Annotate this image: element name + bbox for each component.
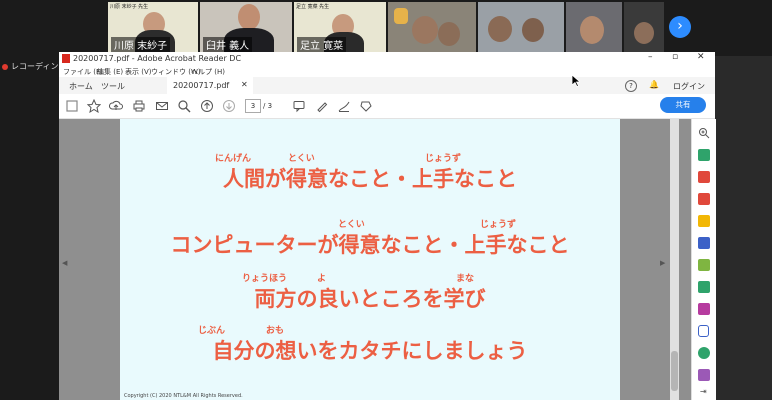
- participant-face: [634, 22, 654, 44]
- participant-face: [580, 16, 604, 44]
- participant-tile[interactable]: 足立 寛菜 先生 足立 寛菜: [294, 2, 386, 54]
- participant-tile[interactable]: [478, 2, 564, 54]
- participant-name: 川原 末紗子: [111, 37, 171, 52]
- right-panel-arrow-icon[interactable]: ▶: [660, 259, 665, 267]
- slide-line: コンピューターが得意なこと・上手なこと: [170, 233, 570, 257]
- tab-home[interactable]: ホーム: [69, 81, 93, 92]
- participant-tile[interactable]: 臼井 義人: [200, 2, 292, 54]
- left-panel-arrow-icon[interactable]: ◀: [62, 259, 67, 267]
- scan-icon[interactable]: [698, 281, 710, 293]
- menu-edit[interactable]: 編集 (E): [97, 67, 123, 77]
- participant-tile[interactable]: [566, 2, 622, 54]
- window-title: 20200717.pdf - Adobe Acrobat Reader DC: [73, 54, 242, 63]
- participant-tile[interactable]: [624, 2, 664, 54]
- tab-tools[interactable]: ツール: [101, 81, 125, 92]
- page-number-input[interactable]: 3: [245, 99, 261, 113]
- thumbs-up-icon: [394, 8, 408, 24]
- acrobat-icon: [62, 54, 70, 63]
- title-bar: 20200717.pdf - Adobe Acrobat Reader DC –…: [59, 52, 715, 66]
- participant-face: [522, 18, 544, 42]
- zoom-in-icon[interactable]: [698, 127, 710, 139]
- save-icon[interactable]: [65, 99, 79, 113]
- vertical-scrollbar[interactable]: [670, 119, 679, 400]
- tools-pane: ⇥: [691, 119, 716, 400]
- tab-bar: ホーム ツール 20200717.pdf ✕ ? 🔔 ログイン: [59, 77, 715, 95]
- mail-icon[interactable]: [155, 99, 169, 113]
- pen-icon[interactable]: [315, 99, 329, 113]
- name-card: 川原 末紗子 先生: [110, 4, 149, 10]
- menu-view[interactable]: 表示 (V): [125, 67, 151, 77]
- page-down-icon[interactable]: [222, 99, 236, 113]
- pdf-page: にんげん とくい じょうず 人間が得意なこと・上手なこと とくい じょうず コン…: [120, 119, 620, 400]
- create-pdf-icon[interactable]: [698, 171, 710, 183]
- page-up-icon[interactable]: [200, 99, 214, 113]
- participant-face: [238, 4, 260, 30]
- optimize-icon[interactable]: [698, 347, 710, 359]
- fill-sign-icon[interactable]: [698, 303, 710, 315]
- participant-strip: 川原 末紗子 先生 川原 末紗子 臼井 義人 足立 寛菜 先生 足立 寛菜 ›: [0, 0, 772, 56]
- participant-tile[interactable]: 川原 末紗子 先生 川原 末紗子: [108, 2, 198, 54]
- star-icon[interactable]: [87, 99, 101, 113]
- minimize-icon[interactable]: –: [648, 52, 653, 62]
- comment-tool-icon[interactable]: [698, 215, 710, 227]
- search-icon[interactable]: [177, 99, 191, 113]
- participant-face: [488, 16, 512, 42]
- toolbar: 3 / 3 共有: [59, 94, 715, 119]
- zoom-background: [715, 56, 772, 400]
- chevron-right-icon[interactable]: ›: [669, 16, 691, 38]
- scroll-thumb[interactable]: [671, 351, 678, 391]
- slide-line: 両方の良いところを学び: [254, 287, 486, 311]
- comment-icon[interactable]: [292, 99, 306, 113]
- combine-files-icon[interactable]: [698, 237, 710, 249]
- edit-pdf-icon[interactable]: [698, 193, 710, 205]
- sign-icon[interactable]: [337, 99, 351, 113]
- help-icon[interactable]: ?: [625, 80, 637, 92]
- collapse-pane-icon[interactable]: ⇥: [700, 387, 707, 396]
- upload-icon[interactable]: [109, 99, 123, 113]
- acrobat-window: 20200717.pdf - Adobe Acrobat Reader DC –…: [59, 52, 716, 400]
- protect-icon[interactable]: [698, 325, 709, 337]
- document-tab-label: 20200717.pdf: [173, 81, 230, 90]
- participant-face: [438, 22, 460, 46]
- participant-name: 臼井 義人: [203, 37, 253, 52]
- more-tools-icon[interactable]: [698, 369, 710, 381]
- export-pdf-icon[interactable]: [698, 149, 710, 161]
- maximize-icon[interactable]: ▫: [672, 52, 678, 62]
- menu-bar: ファイル (F) 編集 (E) 表示 (V) ウィンドウ (W) ヘルプ (H): [59, 66, 715, 77]
- mouse-cursor-icon: [572, 75, 580, 87]
- menu-help[interactable]: ヘルプ (H): [191, 67, 225, 77]
- document-viewer[interactable]: ◀ にんげん とくい じょうず 人間が得意なこと・上手なこと とくい じょうず …: [59, 119, 691, 400]
- organize-pages-icon[interactable]: [698, 259, 710, 271]
- participant-tile[interactable]: [388, 2, 476, 54]
- login-link[interactable]: ログイン: [673, 81, 705, 92]
- close-icon[interactable]: ✕: [697, 52, 705, 62]
- record-dot-icon: [2, 63, 8, 70]
- stamp-icon[interactable]: [359, 99, 373, 113]
- slide-line: 自分の想いをカタチにしましょう: [212, 339, 528, 363]
- close-tab-icon[interactable]: ✕: [241, 80, 248, 89]
- participant-face: [412, 16, 438, 44]
- share-label: 共有: [675, 100, 691, 109]
- copyright: Copyright (C) 2020 NTL&M All Rights Rese…: [124, 393, 243, 399]
- name-card: 足立 寛菜 先生: [296, 4, 330, 10]
- share-button[interactable]: 共有: [660, 97, 706, 113]
- print-icon[interactable]: [132, 99, 146, 113]
- page-total: / 3: [263, 102, 273, 110]
- tab-document[interactable]: 20200717.pdf ✕: [167, 77, 253, 94]
- participant-name: 足立 寛菜: [297, 37, 347, 52]
- bell-icon[interactable]: 🔔: [649, 80, 659, 89]
- slide-line: 人間が得意なこと・上手なこと: [223, 167, 517, 191]
